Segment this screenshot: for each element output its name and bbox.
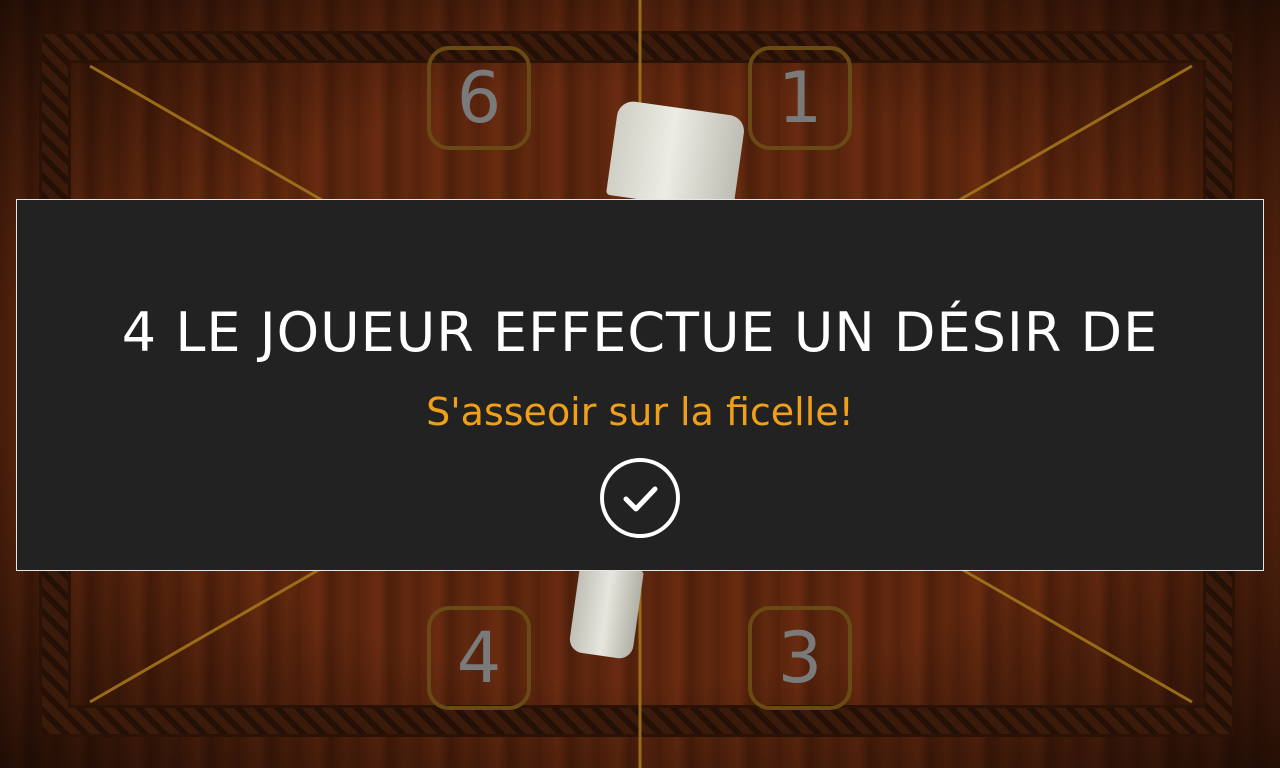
- player-zone-1: 1: [748, 46, 852, 150]
- player-zone-number: 6: [456, 57, 502, 139]
- player-zone-number: 1: [777, 57, 823, 139]
- game-screen: 6 1 4 3 4 LE JOUEUR EFFECTUE UN DÉSIR DE…: [0, 0, 1280, 768]
- check-circle-icon: [623, 486, 658, 512]
- bottle-cap-end: [605, 99, 747, 213]
- confirm-button[interactable]: [600, 458, 680, 538]
- dialog-title: 4 LE JOUEUR EFFECTUE UN DÉSIR DE: [121, 301, 1159, 364]
- player-zone-6: 6: [427, 46, 531, 150]
- player-zone-number: 4: [456, 617, 502, 699]
- bottle-neck-end: [568, 561, 644, 661]
- dialog-dare-text: S'asseoir sur la ficelle!: [426, 390, 854, 434]
- dare-dialog: 4 LE JOUEUR EFFECTUE UN DÉSIR DE S'asseo…: [16, 199, 1264, 571]
- player-zone-number: 3: [777, 617, 823, 699]
- player-zone-3: 3: [748, 606, 852, 710]
- player-zone-4: 4: [427, 606, 531, 710]
